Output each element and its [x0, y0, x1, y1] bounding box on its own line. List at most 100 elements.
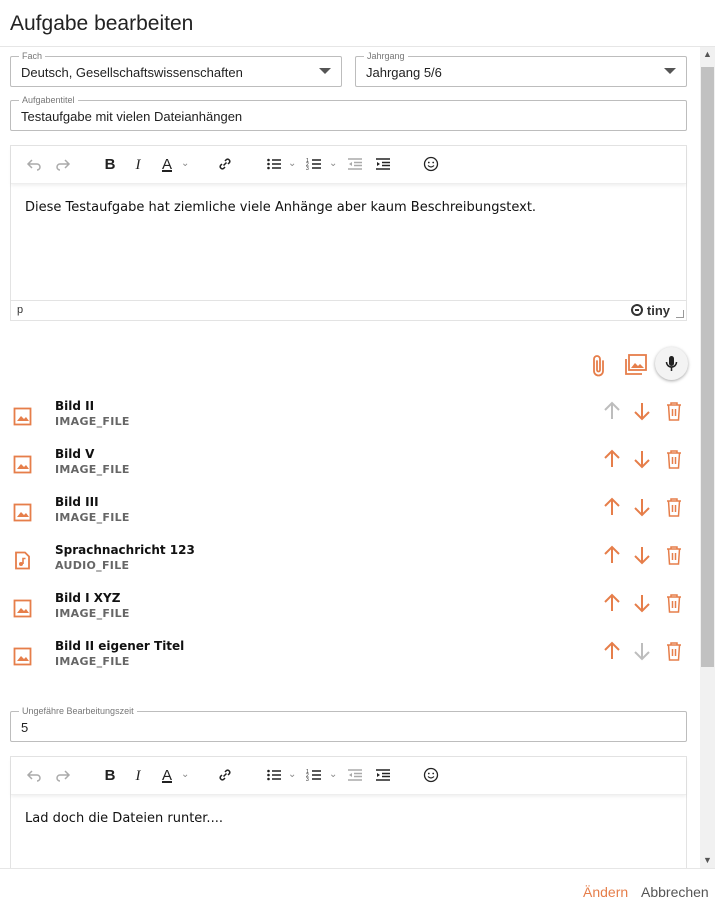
- move-down-icon[interactable]: [631, 544, 653, 566]
- move-down-icon[interactable]: [631, 496, 653, 518]
- attachment-type: IMAGE_FILE: [55, 655, 130, 668]
- element-path[interactable]: p: [17, 304, 23, 316]
- move-up-icon[interactable]: [601, 544, 623, 566]
- numbered-list-icon[interactable]: 123: [306, 156, 322, 174]
- scroll-thumb[interactable]: [701, 67, 714, 667]
- attachment-row: Sprachnachricht 123 AUDIO_FILE: [0, 543, 700, 591]
- solution-editor[interactable]: B I A ⌄ ⌄ 123 ⌄ Lad doch die Dateien run…: [10, 756, 687, 868]
- emoji-icon[interactable]: [422, 767, 440, 785]
- link-icon[interactable]: [216, 156, 234, 174]
- scroll-down-icon[interactable]: ▼: [703, 856, 712, 865]
- chevron-down-icon[interactable]: ⌄: [181, 769, 191, 780]
- image-icon: [13, 647, 32, 666]
- outdent-icon[interactable]: [347, 767, 363, 785]
- dialog-footer: Ändern Abbrechen: [0, 868, 715, 912]
- paperclip-icon[interactable]: [588, 353, 618, 383]
- chevron-down-icon[interactable]: ⌄: [288, 769, 298, 780]
- tiny-brand-text: tiny: [646, 303, 670, 318]
- delete-icon[interactable]: [663, 448, 685, 470]
- move-down-icon[interactable]: [631, 400, 653, 422]
- outdent-icon[interactable]: [347, 156, 363, 174]
- chevron-down-icon[interactable]: ⌄: [181, 158, 191, 169]
- chevron-down-icon[interactable]: ⌄: [329, 158, 339, 169]
- dialog-title: Aufgabe bearbeiten: [10, 12, 194, 35]
- attachment-type: IMAGE_FILE: [55, 511, 130, 524]
- bold-button[interactable]: B: [103, 767, 117, 785]
- italic-button[interactable]: I: [132, 767, 144, 785]
- indent-icon[interactable]: [375, 156, 391, 174]
- scroll-up-icon[interactable]: ▲: [703, 50, 712, 59]
- attachment-title: Bild III: [55, 495, 99, 509]
- redo-icon[interactable]: [54, 156, 72, 174]
- jahrgang-label: Jahrgang: [364, 50, 408, 62]
- fach-label: Fach: [19, 50, 46, 62]
- italic-button[interactable]: I: [132, 156, 144, 174]
- attachment-title: Sprachnachricht 123: [55, 543, 195, 557]
- aufgabentitel-field[interactable]: Aufgabentitel Testaufgabe mit vielen Dat…: [10, 94, 687, 131]
- delete-icon[interactable]: [663, 592, 685, 614]
- attachment-type: IMAGE_FILE: [55, 463, 130, 476]
- bearbeitungszeit-value: 5: [21, 720, 29, 735]
- move-up-icon[interactable]: [601, 640, 623, 662]
- delete-icon[interactable]: [663, 640, 685, 662]
- editor-toolbar: B I A ⌄ ⌄ 123 ⌄: [11, 757, 686, 795]
- text-color-button[interactable]: A: [159, 767, 175, 785]
- bullet-list-icon[interactable]: [266, 156, 282, 174]
- numbered-list-icon[interactable]: 123: [306, 767, 322, 785]
- move-up-icon[interactable]: [601, 496, 623, 518]
- svg-text:3: 3: [306, 166, 309, 172]
- tiny-logo[interactable]: tiny: [631, 303, 670, 318]
- add-image-icon[interactable]: [624, 353, 654, 383]
- chevron-down-icon: [664, 68, 676, 74]
- attachment-title: Bild II: [55, 399, 95, 413]
- chevron-down-icon[interactable]: ⌄: [288, 158, 298, 169]
- image-icon: [13, 407, 32, 426]
- chevron-down-icon[interactable]: ⌄: [329, 769, 339, 780]
- fach-select[interactable]: Fach Deutsch, Gesellschaftswissenschafte…: [10, 50, 342, 87]
- bearbeitungszeit-label: Ungefähre Bearbeitungszeit: [19, 705, 137, 717]
- bearbeitungszeit-field[interactable]: Ungefähre Bearbeitungszeit 5: [10, 705, 687, 742]
- microphone-icon: [665, 356, 678, 371]
- jahrgang-value: Jahrgang 5/6: [366, 65, 442, 80]
- delete-icon[interactable]: [663, 496, 685, 518]
- resize-handle[interactable]: [676, 310, 684, 318]
- cancel-button[interactable]: Abbrechen: [641, 884, 709, 900]
- fach-value: Deutsch, Gesellschaftswissenschaften: [21, 65, 243, 80]
- indent-icon[interactable]: [375, 767, 391, 785]
- attachment-row: Bild I XYZ IMAGE_FILE: [0, 591, 700, 639]
- description-editor[interactable]: B I A ⌄ ⌄ 123 ⌄ Diese Testaufgabe hat zi…: [10, 145, 687, 321]
- delete-icon[interactable]: [663, 400, 685, 422]
- scrollbar[interactable]: ▲ ▼: [700, 47, 715, 868]
- save-button[interactable]: Ändern: [583, 884, 628, 900]
- attachment-type: IMAGE_FILE: [55, 415, 130, 428]
- text-color-button[interactable]: A: [159, 156, 175, 174]
- svg-text:3: 3: [306, 777, 309, 783]
- editor-toolbar: B I A ⌄ ⌄ 123 ⌄: [11, 146, 686, 184]
- move-up-icon[interactable]: [601, 448, 623, 470]
- move-down-icon[interactable]: [631, 640, 653, 662]
- emoji-icon[interactable]: [422, 156, 440, 174]
- attachment-row: Bild II eigener Titel IMAGE_FILE: [0, 639, 700, 687]
- move-up-icon[interactable]: [601, 400, 623, 422]
- record-audio-button[interactable]: [655, 347, 688, 380]
- delete-icon[interactable]: [663, 544, 685, 566]
- undo-icon[interactable]: [25, 156, 43, 174]
- attachment-title: Bild I XYZ: [55, 591, 121, 605]
- solution-text[interactable]: Lad doch die Dateien runter....: [11, 795, 686, 842]
- dialog-content[interactable]: Fach Deutsch, Gesellschaftswissenschafte…: [0, 47, 700, 868]
- link-icon[interactable]: [216, 767, 234, 785]
- move-down-icon[interactable]: [631, 448, 653, 470]
- move-up-icon[interactable]: [601, 592, 623, 614]
- attachment-type: IMAGE_FILE: [55, 607, 130, 620]
- bullet-list-icon[interactable]: [266, 767, 282, 785]
- jahrgang-select[interactable]: Jahrgang Jahrgang 5/6: [355, 50, 687, 87]
- attachment-title: Bild V: [55, 447, 95, 461]
- attachment-title: Bild II eigener Titel: [55, 639, 185, 653]
- redo-icon[interactable]: [54, 767, 72, 785]
- undo-icon[interactable]: [25, 767, 43, 785]
- attachment-type: AUDIO_FILE: [55, 559, 130, 572]
- description-text[interactable]: Diese Testaufgabe hat ziemliche viele An…: [11, 184, 686, 231]
- attachment-row: Bild V IMAGE_FILE: [0, 447, 700, 495]
- bold-button[interactable]: B: [103, 156, 117, 174]
- move-down-icon[interactable]: [631, 592, 653, 614]
